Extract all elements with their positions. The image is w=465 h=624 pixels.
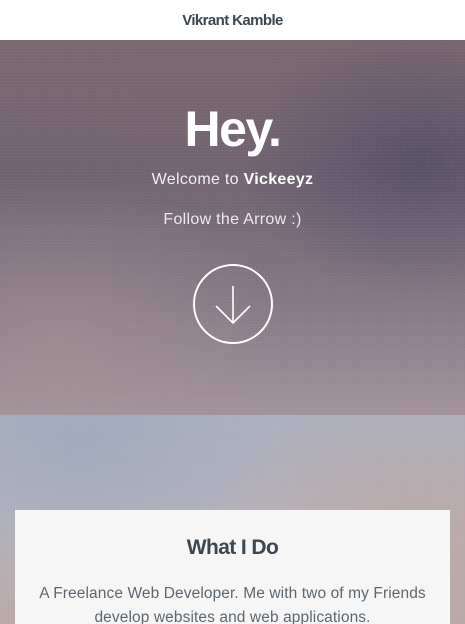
card-title: What I Do xyxy=(186,536,279,559)
scroll-down-button[interactable] xyxy=(193,264,273,344)
hero-follow-text: Follow the Arrow :) xyxy=(163,211,302,228)
hero-section: Hey. Welcome to Vickeeyz Follow the Arro… xyxy=(0,40,465,415)
brand-link[interactable]: Vikrant Kamble xyxy=(182,12,283,29)
top-navbar: Vikrant Kamble xyxy=(0,0,465,40)
hero-welcome: Welcome to Vickeeyz xyxy=(0,171,465,189)
about-section: What I Do A Freelance Web Developer. Me … xyxy=(0,415,465,624)
card-description: A Freelance Web Developer. Me with two o… xyxy=(39,585,426,624)
hero-welcome-prefix: Welcome to xyxy=(151,171,244,188)
what-i-do-card: What I Do A Freelance Web Developer. Me … xyxy=(15,510,450,624)
hero-title: Hey. xyxy=(184,101,282,157)
arrow-down-icon xyxy=(215,286,251,325)
hero-welcome-name: Vickeeyz xyxy=(243,171,314,188)
